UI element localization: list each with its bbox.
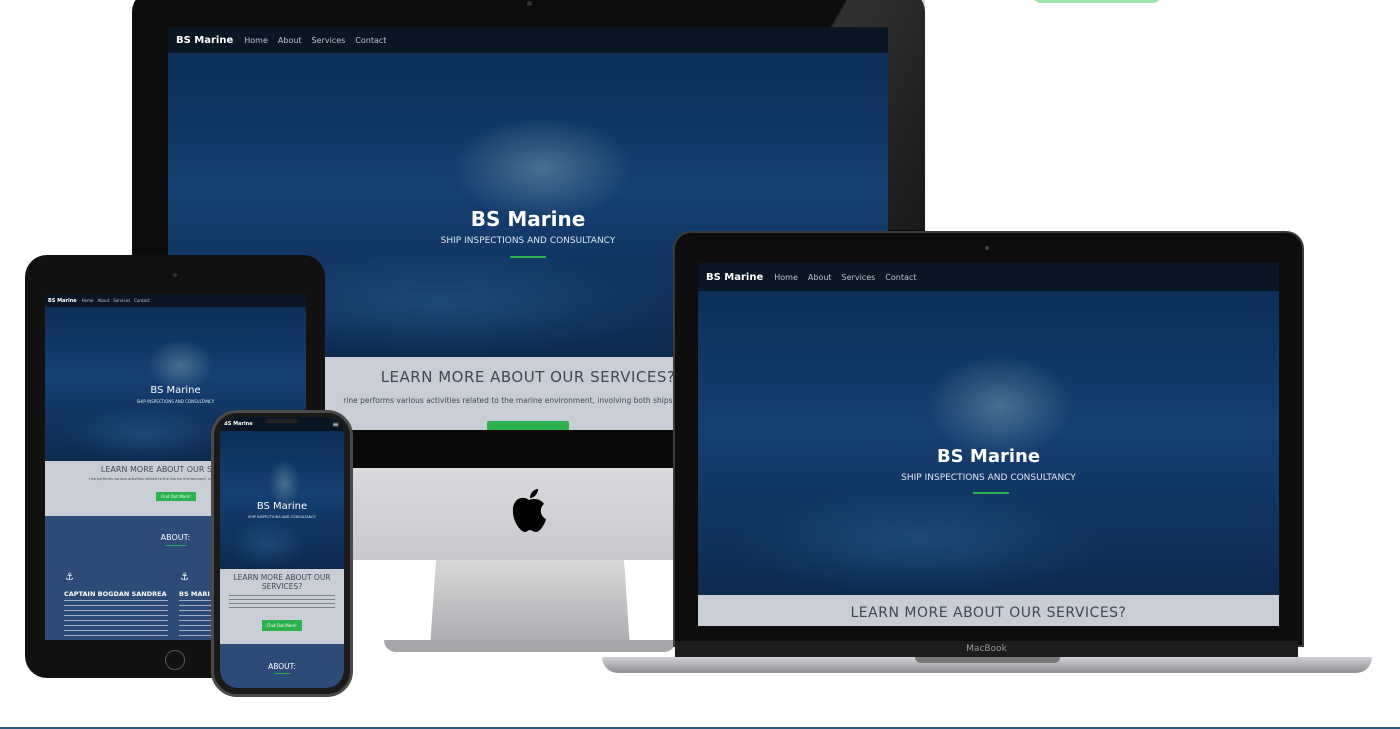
tablet-camera <box>173 273 177 277</box>
captain-heading: CAPTAIN BOGDAN SANDREA <box>64 590 167 598</box>
laptop-hero-divider <box>973 492 1009 494</box>
nav-brand[interactable]: BS Marine <box>176 35 233 46</box>
phone-hero-subtitle: SHIP INSPECTIONS AND CONSULTANCY <box>248 515 316 519</box>
captain-text-lines <box>64 600 168 636</box>
imac-stand <box>430 560 630 648</box>
green-badge <box>1033 0 1161 3</box>
tablet-hero-title: BS Marine <box>150 385 201 396</box>
hero-title: BS Marine <box>470 207 586 231</box>
phone-hero-title: BS Marine <box>256 501 308 512</box>
phone-screen: BS Marine ≡ BS Marine SHIP INSPECTIONS A… <box>220 417 344 688</box>
tablet-nav-brand[interactable]: BS Marine <box>48 298 77 304</box>
anchor-icon: ⚓ <box>180 572 189 583</box>
tablet-find-out-more-button[interactable]: Find Out More! <box>156 492 196 501</box>
laptop-navbar: BS Marine Home About Services Contact <box>698 263 1279 291</box>
phone-nav-brand[interactable]: BS Marine <box>224 421 253 427</box>
nav-about[interactable]: About <box>278 36 302 45</box>
phone-services-heading: LEARN MORE ABOUT OUR SERVICES? <box>233 573 331 591</box>
laptop-hero-subtitle: SHIP INSPECTIONS AND CONSULTANCY <box>901 473 1076 483</box>
phone-services-section: LEARN MORE ABOUT OUR SERVICES? Find Out … <box>220 569 344 644</box>
phone-about-heading: ABOUT: <box>268 662 296 671</box>
apple-logo-icon <box>510 488 548 534</box>
tablet-home-button <box>165 650 185 670</box>
laptop-notch <box>915 657 1060 663</box>
tablet-nav-services[interactable]: Services <box>113 298 130 303</box>
laptop-services-section: LEARN MORE ABOUT OUR SERVICES? <box>698 595 1279 626</box>
laptop-screen: BS Marine Home About Services Contact BS… <box>698 263 1279 626</box>
tablet-about-divider <box>166 545 186 546</box>
phone-about-divider <box>274 673 290 674</box>
imac-camera <box>527 1 532 6</box>
hero-divider <box>510 256 546 258</box>
nav-home[interactable]: Home <box>244 36 268 45</box>
laptop-hero-image <box>698 291 1279 595</box>
laptop-nav-services[interactable]: Services <box>842 273 876 282</box>
nav-services[interactable]: Services <box>312 36 346 45</box>
laptop-nav-brand[interactable]: BS Marine <box>706 272 763 283</box>
laptop-nav-about[interactable]: About <box>808 273 832 282</box>
nav-contact[interactable]: Contact <box>355 36 386 45</box>
tablet-nav-contact[interactable]: Contact <box>134 298 150 303</box>
tablet-nav-about[interactable]: About <box>97 298 109 303</box>
company-heading: BS MARI <box>179 590 210 598</box>
phone-speaker <box>266 419 298 423</box>
phone-services-text-lines <box>229 595 335 609</box>
phone-find-out-more-button[interactable]: Find Out More! <box>262 620 302 631</box>
laptop-services-heading: LEARN MORE ABOUT OUR SERVICES? <box>850 605 1127 621</box>
laptop-hero-title: BS Marine <box>936 446 1041 467</box>
phone-hero-image <box>220 431 344 569</box>
hamburger-menu-icon[interactable]: ≡ <box>332 420 339 429</box>
anchor-icon: ⚓ <box>65 572 74 583</box>
imac-foot <box>384 640 676 652</box>
laptop-nav-home[interactable]: Home <box>774 273 798 282</box>
phone-about-section: ABOUT: <box>220 644 344 688</box>
navbar: BS Marine Home About Services Contact <box>168 27 888 53</box>
tablet-navbar: BS Marine Home About Services Contact <box>45 294 306 307</box>
laptop-camera <box>985 246 989 250</box>
tablet-nav-home[interactable]: Home <box>82 298 94 303</box>
find-out-more-button[interactable] <box>487 421 569 430</box>
tablet-hero-subtitle: SHIP INSPECTIONS AND CONSULTANCY <box>136 399 215 404</box>
laptop-label: MacBook <box>966 644 1007 654</box>
laptop-nav-contact[interactable]: Contact <box>885 273 916 282</box>
